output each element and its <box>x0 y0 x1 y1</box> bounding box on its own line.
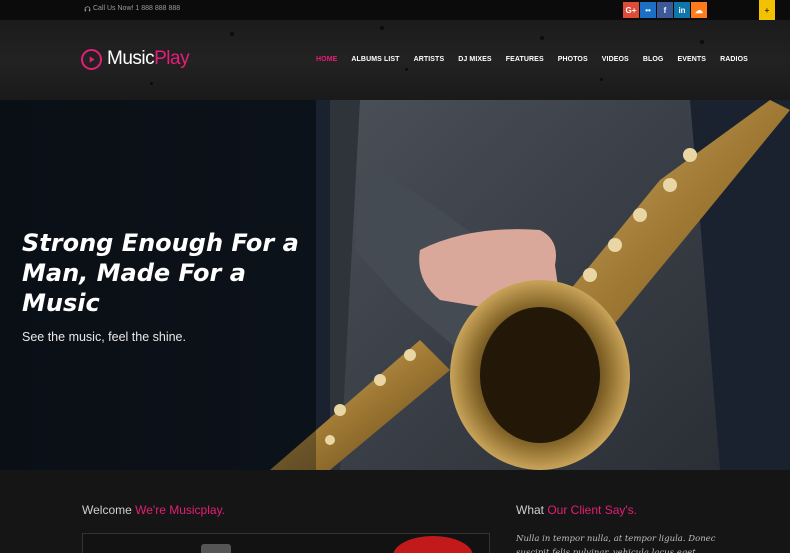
main-nav: HOME ALBUMS LIST ARTISTS DJ MIXES FEATURES PH… <box>316 56 762 63</box>
hero-subtitle: See the music, feel the shine. <box>22 330 186 344</box>
top-bar: Call Us Now! 1 888 888 888 G+ •• f in ☁ + <box>0 0 790 25</box>
client-prefix: What <box>516 503 548 517</box>
logo-play: Play <box>154 48 190 69</box>
welcome-accent: We're Musicplay. <box>135 503 226 517</box>
nav-item-photos[interactable]: PHOTOS <box>558 56 588 63</box>
headphones-icon <box>84 6 91 12</box>
texture-speck <box>150 82 153 85</box>
call-info: Call Us Now! 1 888 888 888 <box>84 5 180 12</box>
nav-item-dj-mixes[interactable]: DJ MIXES <box>458 56 491 63</box>
social-links: G+ •• f in ☁ <box>623 2 707 18</box>
texture-speck <box>380 26 384 30</box>
welcome-image <box>82 533 490 553</box>
microphone-image <box>83 534 489 553</box>
site-header: MusicPlay HOME ALBUMS LIST ARTISTS DJ MIXES… <box>0 20 790 100</box>
nav-item-features[interactable]: FEATURES <box>506 56 544 63</box>
play-icon <box>81 48 102 70</box>
content-section: Welcome We're Musicplay. What Our Client… <box>0 470 790 553</box>
welcome-heading: Welcome We're Musicplay. <box>82 503 225 517</box>
welcome-prefix: Welcome <box>82 503 136 517</box>
flickr-icon[interactable]: •• <box>640 2 656 18</box>
site-logo[interactable]: MusicPlay <box>81 48 190 70</box>
google-plus-icon[interactable]: G+ <box>623 2 639 18</box>
testimonial-heading: What Our Client Say's. <box>516 503 637 517</box>
nav-item-radios[interactable]: RADIOS <box>720 56 748 63</box>
testimonial-quote: Nulla in tempor nulla, at tempor ligula.… <box>516 534 716 553</box>
hero-slider: Strong Enough For a Man, Made For a Musi… <box>0 100 790 470</box>
nav-item-videos[interactable]: VIDEOS <box>602 56 629 63</box>
logo-text: MusicPlay <box>107 48 190 70</box>
facebook-icon[interactable]: f <box>657 2 673 18</box>
nav-item-events[interactable]: EVENTS <box>677 56 706 63</box>
soundcloud-icon[interactable]: ☁ <box>691 2 707 18</box>
texture-speck <box>700 40 704 44</box>
nav-item-home[interactable]: HOME <box>316 56 337 63</box>
nav-item-artists[interactable]: ARTISTS <box>414 56 445 63</box>
hero-title: Strong Enough For a Man, Made For a Musi… <box>22 229 299 317</box>
linkedin-icon[interactable]: in <box>674 2 690 18</box>
logo-music: Music <box>107 48 155 69</box>
client-accent: Our Client Say's. <box>547 503 637 517</box>
texture-speck <box>540 36 544 40</box>
call-text: Call Us Now! 1 888 888 888 <box>93 5 181 12</box>
plus-icon: + <box>764 6 770 15</box>
nav-item-albums-list[interactable]: ALBUMS LIST <box>351 56 399 63</box>
nav-item-blog[interactable]: BLOG <box>643 56 664 63</box>
texture-speck <box>600 78 603 81</box>
texture-speck <box>405 68 408 71</box>
texture-speck <box>230 32 234 36</box>
